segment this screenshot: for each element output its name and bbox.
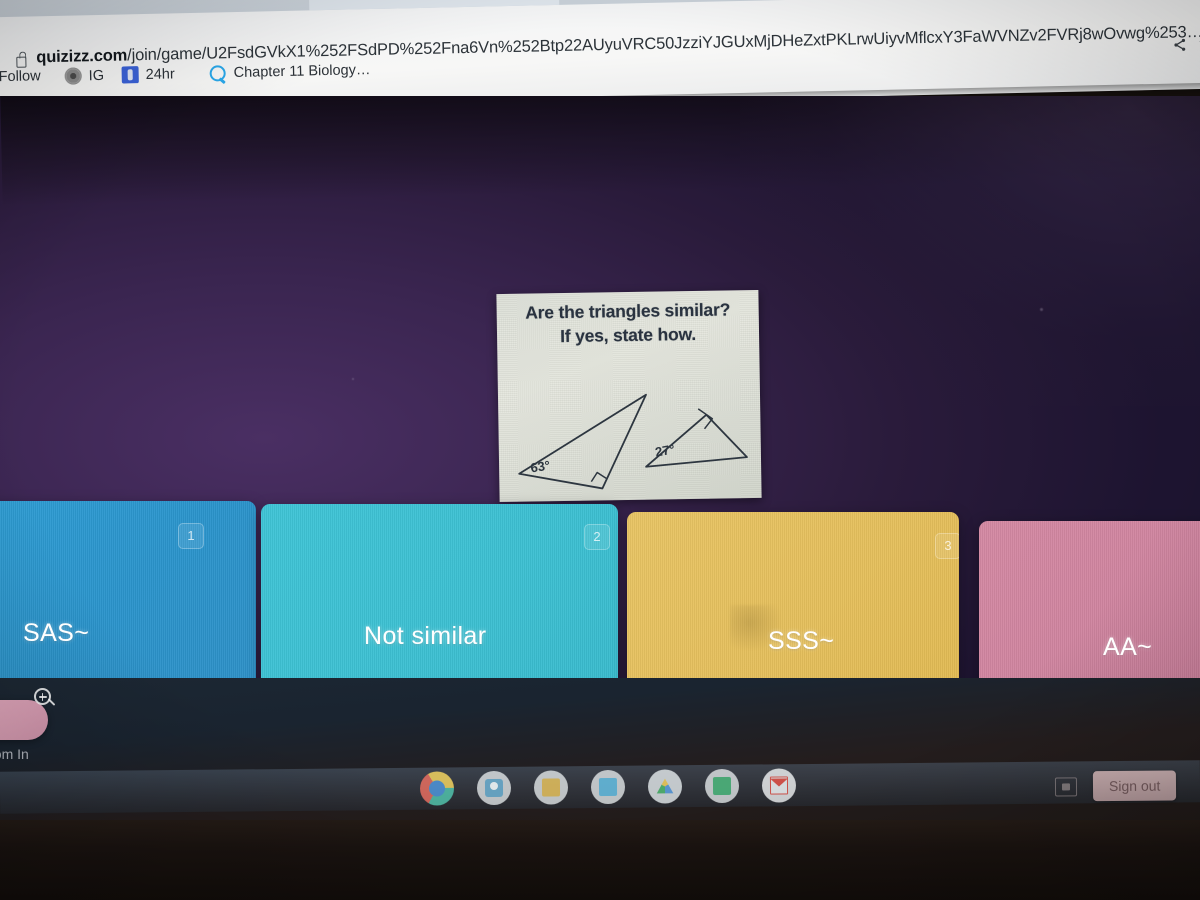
zoom-in-icon [34, 688, 51, 705]
cast-icon[interactable] [1054, 776, 1078, 797]
answer-badge: 2 [584, 524, 610, 550]
answer-label: AA~ [1103, 632, 1153, 661]
photo-of-chromebook-screen: × + quizizz.com/join/game/U2FsdGVkX1%252… [0, 0, 1200, 900]
bookmark-item-ig[interactable]: IG [64, 67, 105, 85]
triangle-right [645, 413, 748, 468]
angle-label-27: 27° [654, 441, 676, 459]
chromeos-shelf-area: oom In Sign out [0, 678, 1200, 824]
instagram-icon [64, 67, 82, 85]
answer-tile-1[interactable]: SAS~ 1 [0, 501, 256, 686]
answer-tiles: SAS~ 1 Not similar 2 SSS~ 3 AA~ [0, 499, 1200, 686]
zoom-in-label: oom In [0, 746, 29, 762]
bookmark-label: IG [88, 67, 105, 84]
right-angle-marker-left [590, 471, 607, 483]
screen-glare-right [740, 96, 1200, 406]
bookmark-item-chapter-11-biology[interactable]: Chapter 11 Biology… [208, 61, 371, 83]
bookmark-item-follow[interactable]: Follow [0, 68, 41, 85]
answer-tile-3[interactable]: SSS~ 3 [627, 512, 959, 686]
quizizz-game-page: Are the triangles similar? If yes, state… [0, 96, 1200, 686]
answer-label: SSS~ [768, 626, 835, 655]
triangle-left [518, 393, 647, 490]
zoom-in-button[interactable] [0, 700, 48, 740]
sign-out-button[interactable]: Sign out [1092, 770, 1177, 802]
gmail-icon[interactable] [761, 768, 797, 803]
contacts-icon[interactable] [476, 770, 512, 806]
close-icon[interactable]: × [279, 0, 288, 1]
question-text: Are the triangles similar? If yes, state… [497, 298, 760, 349]
bookmark-item-24hr[interactable]: 24hr [121, 65, 175, 84]
answer-label: Not similar [364, 621, 487, 650]
shelf-app-icons [419, 768, 797, 806]
blue-app-icon [121, 66, 139, 84]
bookmark-label: Follow [0, 68, 41, 86]
angle-label-63: 63° [529, 458, 551, 476]
docs-icon[interactable] [590, 769, 626, 805]
answer-tile-2[interactable]: Not similar 2 [261, 504, 618, 686]
classroom-icon[interactable] [533, 770, 569, 805]
answer-badge: 3 [935, 533, 959, 559]
quizizz-q-icon [208, 64, 226, 82]
triangles-figure: 63° 27° [518, 393, 748, 490]
answer-label: SAS~ [23, 618, 90, 647]
question-line-2: If yes, state how. [559, 323, 697, 346]
bookmark-label: 24hr [145, 65, 175, 83]
shelf-status-area: Sign out [1054, 770, 1177, 802]
chrome-icon[interactable] [419, 771, 455, 806]
bookmark-label: Chapter 11 Biology… [233, 62, 371, 82]
answer-badge: 1 [178, 523, 204, 549]
dust-speck [352, 378, 354, 380]
dust-speck [1040, 308, 1043, 311]
question-line-1: Are the triangles similar? [525, 299, 731, 323]
drive-icon[interactable] [647, 769, 683, 804]
laptop-bezel: hp [0, 820, 1200, 900]
question-card: Are the triangles similar? If yes, state… [496, 289, 762, 503]
answer-tile-4[interactable]: AA~ [979, 521, 1200, 686]
sheets-icon[interactable] [704, 768, 740, 804]
